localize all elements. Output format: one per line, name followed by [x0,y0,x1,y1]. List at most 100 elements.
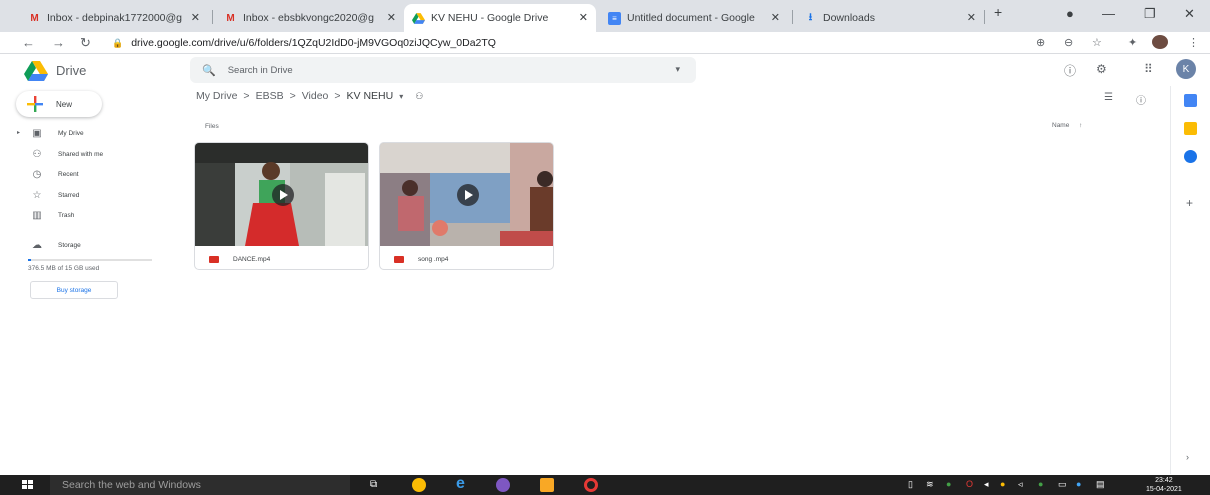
tray-speaker-icon[interactable]: ◃ [1018,479,1023,490]
keep-icon[interactable] [1184,122,1197,135]
file-name-row: song .mp4 [380,247,553,269]
new-tab-button[interactable]: + [994,4,1002,20]
sidebar-item-starred[interactable]: ☆ Starred [30,185,80,205]
star-icon: ☆ [32,189,42,201]
arrow-up-icon[interactable]: ↑ [1079,122,1082,129]
tray-display-icon[interactable]: ▭ [1058,479,1067,490]
chrome-icon[interactable] [412,478,426,492]
tasks-icon[interactable] [1184,150,1197,163]
play-icon[interactable] [272,184,294,206]
firefox-icon[interactable] [496,478,510,492]
close-icon[interactable]: ✕ [387,11,396,24]
apps-grid-icon[interactable]: ⠿ [1144,62,1153,76]
new-button[interactable]: New [16,91,102,117]
url-bar[interactable]: 🔒 drive.google.com/drive/u/6/folders/1QZ… [112,34,1112,52]
sidebar-item-trash[interactable]: ▥ Trash [30,205,74,225]
file-explorer-icon[interactable] [540,478,554,492]
close-icon[interactable]: ✕ [967,11,976,24]
breadcrumb: My Drive > EBSB > Video > KV NEHU ▾ ⚇ [196,90,429,102]
search-input[interactable]: 🔍 Search in Drive ▾ [190,57,696,83]
restore-icon[interactable]: ❐ [1144,6,1156,22]
sidebar-item-label: Recent [58,170,79,178]
file-card-dance[interactable]: DANCE.mp4 [194,142,369,270]
opera-icon[interactable] [584,478,598,492]
close-icon[interactable]: ✕ [191,11,200,24]
chevron-right-icon: > [243,90,250,102]
sidebar-item-label: Shared with me [58,150,104,158]
list-view-icon[interactable]: ☰ [1104,92,1113,103]
buy-storage-button[interactable]: Buy storage [30,281,118,299]
file-name: song .mp4 [418,255,449,263]
address-bar-row: ← → ↻ 🔒 drive.google.com/drive/u/6/folde… [0,32,1210,54]
reload-icon[interactable]: ↻ [80,35,91,51]
profile-avatar-icon[interactable] [1152,35,1168,49]
menu-kebab-icon[interactable]: ⋮ [1188,36,1199,49]
tray-notification-icon[interactable]: ▤ [1096,479,1105,490]
play-icon[interactable] [457,184,479,206]
breadcrumb-my-drive[interactable]: My Drive [196,90,237,102]
add-addon-plus-icon[interactable]: + [1186,196,1193,210]
close-icon[interactable]: ✕ [579,11,588,24]
browser-tab-strip: M Inbox - debpinak1772000@g ✕ M Inbox - … [0,0,1210,32]
drive-logo-icon[interactable] [24,61,48,81]
sidebar-item-storage[interactable]: ☁ Storage [30,235,81,255]
zoom-icon[interactable]: ⊖ [1064,36,1073,49]
lock-icon: 🔒 [112,37,124,48]
taskbar-search-input[interactable]: Search the web and Windows [50,475,350,495]
install-icon[interactable]: ⊕ [1036,36,1045,49]
video-file-icon [209,255,219,263]
sort-by-name[interactable]: Name ↑ [1052,122,1082,129]
bookmark-star-icon[interactable]: ☆ [1092,36,1102,49]
breadcrumb-video[interactable]: Video [302,90,329,102]
tab-untitled-document[interactable]: ≡ Untitled document - Google ✕ [600,4,788,32]
account-avatar[interactable]: K [1176,59,1196,79]
window-close-icon[interactable]: ✕ [1184,6,1195,22]
edge-icon[interactable]: e [456,475,465,493]
help-icon[interactable]: ⓘ [1064,62,1076,79]
tab-downloads[interactable]: ⭳ Downloads ✕ [796,4,984,32]
file-card-song[interactable]: song .mp4 [379,142,554,270]
close-icon[interactable]: ✕ [771,11,780,24]
extensions-icon[interactable]: ✦ [1128,36,1137,49]
settings-gear-icon[interactable]: ⚙ [1096,62,1107,76]
tab-inbox-2[interactable]: M Inbox - ebsbkvongc2020@g ✕ [216,4,404,32]
windows-start-icon[interactable] [22,480,34,490]
search-options-icon[interactable]: ▾ [675,64,680,75]
video-thumbnail [195,143,368,246]
forward-arrow-icon[interactable]: → [52,35,65,50]
profile-dot-icon[interactable]: ● [1066,6,1074,21]
app-title[interactable]: Drive [56,63,86,78]
info-icon[interactable]: ⓘ [1136,92,1146,107]
task-view-icon[interactable]: ⧉ [370,479,377,490]
sidebar-item-shared-with-me[interactable]: ⚇ Shared with me [30,144,104,164]
sidebar-item-my-drive[interactable]: ▣ My Drive [30,123,83,143]
files-section-label: Files [205,123,219,130]
chevron-down-icon[interactable]: ▾ [399,92,403,101]
taskbar-clock[interactable]: 23:42 15-04-2021 [1146,476,1182,494]
expand-panel-chevron-icon[interactable]: › [1186,452,1189,462]
breadcrumb-ebsb[interactable]: EBSB [256,90,284,102]
tab-separator [792,10,793,24]
tray-battery-icon[interactable]: ▯ [908,479,913,490]
expand-arrow-icon[interactable]: ▸ [17,129,20,136]
drive-icon [412,12,425,25]
tray-shield-icon[interactable]: ● [1038,479,1043,489]
search-icon[interactable]: 🔍 [202,64,216,77]
clock-date: 15-04-2021 [1146,486,1182,493]
minimize-icon[interactable]: — [1102,6,1115,21]
sort-label: Name [1052,122,1070,129]
sidebar-item-label: Storage [58,241,81,249]
tray-opera-icon[interactable]: O [966,479,973,489]
tab-google-drive[interactable]: KV NEHU - Google Drive ✕ [404,4,596,32]
sidebar-item-recent[interactable]: ◷ Recent [30,164,79,184]
tab-inbox-1[interactable]: M Inbox - debpinak1772000@g ✕ [20,4,208,32]
breadcrumb-kv-nehu[interactable]: KV NEHU [347,90,394,102]
tray-cloud-icon[interactable]: ● [1076,479,1081,489]
calendar-icon[interactable] [1184,94,1197,107]
tray-app-icon[interactable]: ● [946,479,951,489]
storage-progress-bar [28,259,152,261]
tray-network-icon[interactable]: ≋ [926,479,934,490]
tray-app2-icon[interactable]: ● [1000,479,1005,489]
back-arrow-icon[interactable]: ← [22,35,35,50]
tray-volume-icon[interactable]: ◂ [984,479,989,490]
